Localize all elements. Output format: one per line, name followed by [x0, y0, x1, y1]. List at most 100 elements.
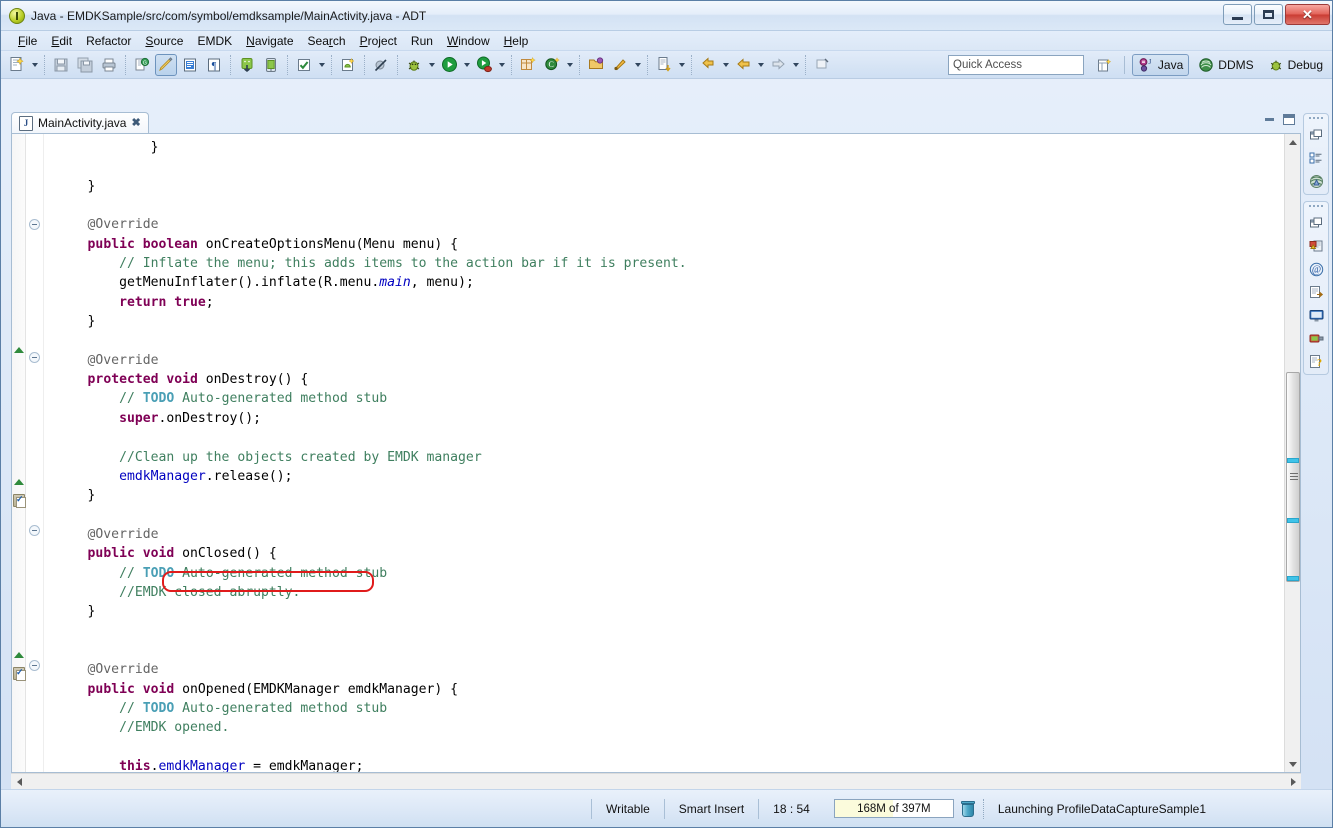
new-java-package-icon[interactable]: [517, 54, 539, 76]
check-icon[interactable]: [293, 54, 315, 76]
perspective-bar: J Java DDMS Debug: [1092, 53, 1328, 77]
menu-search[interactable]: Search: [301, 33, 353, 49]
menu-source[interactable]: Source: [138, 33, 190, 49]
folding-ruler[interactable]: [26, 134, 44, 772]
fold-collapse-icon[interactable]: [29, 660, 40, 671]
drag-handle-icon[interactable]: [1309, 117, 1323, 121]
debug-dropdown[interactable]: [426, 54, 437, 76]
toolbar-separator: [125, 55, 126, 75]
android-sdk-manager-icon[interactable]: [236, 54, 258, 76]
new-android-project-icon[interactable]: [337, 54, 359, 76]
menu-run[interactable]: Run: [404, 33, 440, 49]
next-annotation-dropdown[interactable]: [676, 54, 687, 76]
search-dropdown[interactable]: [632, 54, 643, 76]
minimize-button[interactable]: [1223, 4, 1252, 25]
marker-ruler[interactable]: [12, 134, 26, 772]
menu-window[interactable]: Window: [440, 33, 497, 49]
scroll-down-button[interactable]: [1285, 756, 1301, 772]
back-dropdown[interactable]: [755, 54, 766, 76]
forward-dropdown[interactable]: [790, 54, 801, 76]
open-perspective-button[interactable]: [1092, 56, 1117, 75]
fold-collapse-icon[interactable]: [29, 219, 40, 230]
svg-text:J: J: [1148, 58, 1151, 66]
heap-usage-bar[interactable]: 168M of 397M: [834, 799, 954, 818]
minimize-icon[interactable]: [1265, 118, 1274, 121]
perspective-ddms-label: DDMS: [1218, 58, 1253, 72]
editor-horizontal-scrollbar[interactable]: [11, 773, 1301, 789]
android-avd-manager-icon[interactable]: [260, 54, 282, 76]
run-icon[interactable]: [438, 54, 460, 76]
toolbar-separator: [579, 55, 580, 75]
toolbar-separator: [364, 55, 365, 75]
perspective-ddms[interactable]: DDMS: [1193, 55, 1258, 75]
workbench: J MainActivity.java ✖: [1, 111, 1332, 789]
run-dropdown[interactable]: [461, 54, 472, 76]
restore-view-icon[interactable]: [1307, 126, 1325, 144]
refresh-icon[interactable]: G: [131, 54, 153, 76]
trash-icon[interactable]: [961, 801, 975, 817]
perspective-debug[interactable]: Debug: [1263, 55, 1328, 75]
maximize-button[interactable]: [1254, 4, 1283, 25]
prev-annotation-icon[interactable]: [697, 54, 719, 76]
search-icon[interactable]: [609, 54, 631, 76]
new-wizard-dropdown[interactable]: [29, 54, 40, 76]
save-all-icon[interactable]: [74, 54, 96, 76]
logcat-view-icon[interactable]: [1307, 329, 1325, 347]
overview-mark[interactable]: [1287, 518, 1299, 523]
menu-emdk[interactable]: EMDK: [190, 33, 239, 49]
run-config-icon[interactable]: [473, 54, 495, 76]
perspective-java[interactable]: J Java: [1132, 54, 1189, 76]
outline-view-icon[interactable]: [1307, 149, 1325, 167]
scroll-left-button[interactable]: [11, 774, 27, 790]
overview-mark[interactable]: [1287, 576, 1299, 581]
editor-tab-mainactivity[interactable]: J MainActivity.java ✖: [11, 112, 149, 133]
back-icon[interactable]: [732, 54, 754, 76]
editor-vertical-scrollbar[interactable]: [1284, 134, 1300, 772]
help-view-icon[interactable]: ?: [1307, 352, 1325, 370]
check-dropdown[interactable]: [316, 54, 327, 76]
javadoc-view-icon[interactable]: [1307, 172, 1325, 190]
declaration-view-icon[interactable]: [1307, 283, 1325, 301]
prev-annotation-dropdown[interactable]: [720, 54, 731, 76]
restore-view-icon[interactable]: [1307, 214, 1325, 232]
console-view-icon[interactable]: [1307, 306, 1325, 324]
menu-file[interactable]: File: [11, 33, 44, 49]
new-wizard-icon[interactable]: [6, 54, 28, 76]
overview-mark[interactable]: [1287, 458, 1299, 463]
next-annotation-icon[interactable]: [653, 54, 675, 76]
scrollbar-thumb[interactable]: [1286, 372, 1300, 582]
close-icon[interactable]: ✖: [131, 118, 139, 129]
debug-icon[interactable]: [403, 54, 425, 76]
save-icon[interactable]: [50, 54, 72, 76]
drag-handle-icon[interactable]: [1309, 205, 1323, 209]
new-class-dropdown[interactable]: [564, 54, 575, 76]
at-view-icon[interactable]: @: [1307, 260, 1325, 278]
print-icon[interactable]: [98, 54, 120, 76]
show-whitespace-icon[interactable]: ¶: [203, 54, 225, 76]
svg-text:C: C: [548, 60, 553, 69]
menu-edit[interactable]: Edit: [44, 33, 79, 49]
scroll-up-button[interactable]: [1285, 134, 1301, 150]
pin-editor-icon[interactable]: [811, 54, 833, 76]
open-resource-icon[interactable]: [585, 54, 607, 76]
menu-navigate[interactable]: Navigate: [239, 33, 300, 49]
toggle-markoccurrences-icon[interactable]: [155, 54, 177, 76]
menu-project[interactable]: Project: [353, 33, 404, 49]
open-type-icon[interactable]: [179, 54, 201, 76]
source-code[interactable]: } } @Override public boolean onCreateOpt…: [44, 134, 1284, 772]
quick-access-input[interactable]: Quick Access: [948, 55, 1084, 75]
menu-help[interactable]: Help: [497, 33, 536, 49]
problems-view-icon[interactable]: [1307, 237, 1325, 255]
skip-breakpoints-icon[interactable]: [370, 54, 392, 76]
menu-refactor[interactable]: Refactor: [79, 33, 138, 49]
new-java-class-icon[interactable]: C: [541, 54, 563, 76]
run-config-dropdown[interactable]: [496, 54, 507, 76]
code-editor[interactable]: } } @Override public boolean onCreateOpt…: [44, 134, 1284, 772]
forward-icon[interactable]: [767, 54, 789, 76]
maximize-icon[interactable]: [1283, 114, 1295, 125]
fold-collapse-icon[interactable]: [29, 525, 40, 536]
fold-collapse-icon[interactable]: [29, 352, 40, 363]
close-button[interactable]: ✕: [1285, 4, 1330, 25]
scroll-right-button[interactable]: [1285, 774, 1301, 790]
heap-monitor[interactable]: 168M of 397M: [834, 799, 975, 818]
